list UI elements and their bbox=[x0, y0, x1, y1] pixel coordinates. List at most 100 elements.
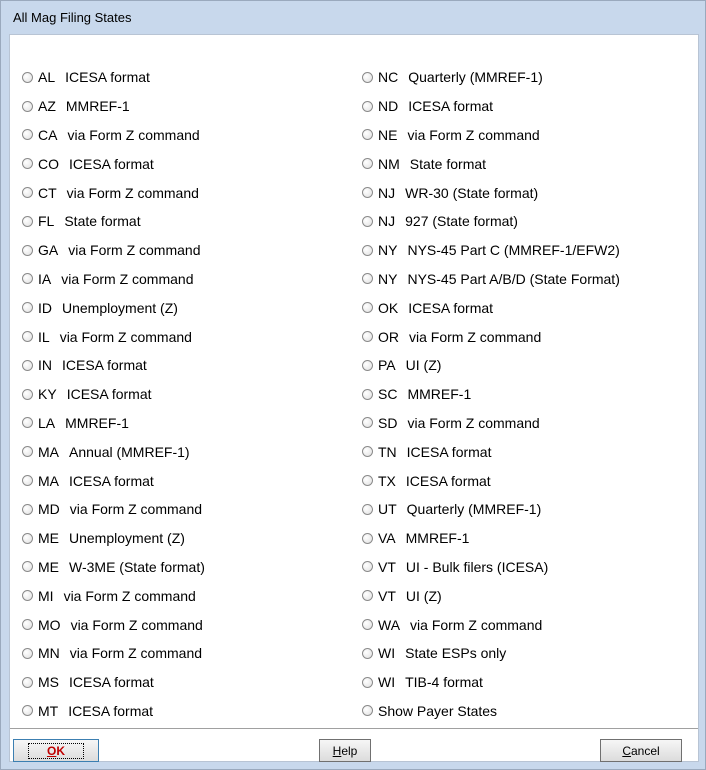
radio-button[interactable] bbox=[362, 503, 373, 515]
state-radio-option[interactable]: NY NYS-45 Part C (MMREF-1/EFW2) bbox=[362, 236, 692, 265]
radio-button[interactable] bbox=[362, 647, 373, 659]
state-radio-option[interactable]: OR via Form Z command bbox=[362, 322, 692, 351]
radio-button[interactable] bbox=[22, 215, 33, 227]
radio-button[interactable] bbox=[22, 100, 33, 112]
state-radio-option[interactable]: MT ICESA format bbox=[22, 697, 352, 726]
radio-button[interactable] bbox=[22, 388, 33, 400]
radio-button[interactable] bbox=[22, 359, 33, 371]
state-radio-option[interactable]: NJ WR-30 (State format) bbox=[362, 178, 692, 207]
radio-button[interactable] bbox=[22, 475, 33, 487]
radio-button[interactable] bbox=[22, 71, 33, 83]
state-radio-option[interactable]: UT Quarterly (MMREF-1) bbox=[362, 495, 692, 524]
state-radio-option[interactable]: IL via Form Z command bbox=[22, 322, 352, 351]
state-radio-option[interactable]: NY NYS-45 Part A/B/D (State Format) bbox=[362, 265, 692, 294]
state-radio-option[interactable]: ND ICESA format bbox=[362, 92, 692, 121]
state-radio-option[interactable]: SC MMREF-1 bbox=[362, 380, 692, 409]
radio-button[interactable] bbox=[362, 158, 373, 170]
radio-button[interactable] bbox=[22, 561, 33, 573]
state-radio-option[interactable]: IN ICESA format bbox=[22, 351, 352, 380]
radio-button[interactable] bbox=[22, 446, 33, 458]
radio-button[interactable] bbox=[22, 273, 33, 285]
state-radio-option[interactable]: WI State ESPs only bbox=[362, 639, 692, 668]
radio-button[interactable] bbox=[22, 647, 33, 659]
state-radio-option[interactable]: VT UI (Z) bbox=[362, 581, 692, 610]
radio-button[interactable] bbox=[362, 446, 373, 458]
radio-button[interactable] bbox=[362, 561, 373, 573]
radio-button[interactable] bbox=[22, 619, 33, 631]
help-button[interactable]: Help bbox=[319, 739, 371, 762]
state-radio-option[interactable]: GA via Form Z command bbox=[22, 236, 352, 265]
state-radio-option[interactable]: CO ICESA format bbox=[22, 149, 352, 178]
state-radio-option[interactable]: AL ICESA format bbox=[22, 63, 352, 92]
radio-button[interactable] bbox=[362, 676, 373, 688]
state-radio-option[interactable]: FL State format bbox=[22, 207, 352, 236]
state-radio-option[interactable]: MS ICESA format bbox=[22, 668, 352, 697]
radio-button[interactable] bbox=[362, 532, 373, 544]
radio-button[interactable] bbox=[362, 215, 373, 227]
radio-button[interactable] bbox=[362, 273, 373, 285]
state-radio-option[interactable]: AZ MMREF-1 bbox=[22, 92, 352, 121]
state-radio-option[interactable]: MD via Form Z command bbox=[22, 495, 352, 524]
state-radio-option[interactable]: VT UI - Bulk filers (ICESA) bbox=[362, 553, 692, 582]
radio-button[interactable] bbox=[362, 705, 373, 717]
state-radio-option[interactable]: WI TIB-4 format bbox=[362, 668, 692, 697]
state-radio-option[interactable]: LA MMREF-1 bbox=[22, 409, 352, 438]
state-radio-option[interactable]: PA UI (Z) bbox=[362, 351, 692, 380]
state-radio-option[interactable]: ME W-3ME (State format) bbox=[22, 553, 352, 582]
radio-button[interactable] bbox=[22, 158, 33, 170]
state-radio-option[interactable]: NJ 927 (State format) bbox=[362, 207, 692, 236]
ok-button[interactable]: OK bbox=[13, 739, 99, 762]
state-radio-option[interactable]: KY ICESA format bbox=[22, 380, 352, 409]
radio-button[interactable] bbox=[22, 187, 33, 199]
radio-button[interactable] bbox=[362, 359, 373, 371]
radio-button[interactable] bbox=[362, 475, 373, 487]
radio-button[interactable] bbox=[22, 331, 33, 343]
state-radio-option[interactable]: TN ICESA format bbox=[362, 437, 692, 466]
state-radio-option[interactable]: CA via Form Z command bbox=[22, 121, 352, 150]
radio-button[interactable] bbox=[22, 590, 33, 602]
state-radio-option[interactable]: MA ICESA format bbox=[22, 466, 352, 495]
state-radio-option[interactable]: NE via Form Z command bbox=[362, 121, 692, 150]
filing-format-label: via Form Z command bbox=[59, 328, 192, 345]
state-radio-option[interactable]: CT via Form Z command bbox=[22, 178, 352, 207]
radio-button[interactable] bbox=[362, 388, 373, 400]
filing-format-label: ICESA format bbox=[68, 702, 154, 719]
radio-button[interactable] bbox=[362, 71, 373, 83]
cancel-button[interactable]: Cancel bbox=[600, 739, 682, 762]
radio-button[interactable] bbox=[362, 129, 373, 141]
state-radio-option[interactable]: IA via Form Z command bbox=[22, 265, 352, 294]
state-radio-option[interactable]: MA Annual (MMREF-1) bbox=[22, 437, 352, 466]
radio-button[interactable] bbox=[362, 619, 373, 631]
state-radio-option[interactable]: MN via Form Z command bbox=[22, 639, 352, 668]
radio-button[interactable] bbox=[22, 129, 33, 141]
state-radio-option[interactable]: NC Quarterly (MMREF-1) bbox=[362, 63, 692, 92]
radio-button[interactable] bbox=[22, 705, 33, 717]
radio-button[interactable] bbox=[362, 417, 373, 429]
state-radio-option[interactable]: VA MMREF-1 bbox=[362, 524, 692, 553]
state-radio-option[interactable]: OK ICESA format bbox=[362, 293, 692, 322]
radio-button[interactable] bbox=[362, 331, 373, 343]
state-radio-option[interactable]: MI via Form Z command bbox=[22, 581, 352, 610]
radio-button[interactable] bbox=[22, 417, 33, 429]
radio-button[interactable] bbox=[22, 503, 33, 515]
radio-button[interactable] bbox=[22, 302, 33, 314]
radio-button[interactable] bbox=[362, 244, 373, 256]
state-radio-option[interactable]: MO via Form Z command bbox=[22, 610, 352, 639]
state-radio-option[interactable]: Show Payer States bbox=[362, 697, 692, 726]
state-radio-option[interactable]: ID Unemployment (Z) bbox=[22, 293, 352, 322]
state-radio-option[interactable]: NM State format bbox=[362, 149, 692, 178]
dialog-client-area: AL ICESA format AZ MMREF-1 CA via Form Z comm… bbox=[9, 34, 699, 762]
radio-button[interactable] bbox=[362, 590, 373, 602]
radio-button[interactable] bbox=[362, 100, 373, 112]
radio-button[interactable] bbox=[22, 244, 33, 256]
radio-button[interactable] bbox=[362, 302, 373, 314]
radio-button[interactable] bbox=[22, 532, 33, 544]
state-radio-option[interactable]: WA via Form Z command bbox=[362, 610, 692, 639]
state-radio-option[interactable]: TX ICESA format bbox=[362, 466, 692, 495]
filing-format-label: via Form Z command bbox=[67, 126, 200, 143]
radio-button[interactable] bbox=[362, 187, 373, 199]
state-radio-option[interactable]: SD via Form Z command bbox=[362, 409, 692, 438]
state-radio-option[interactable]: ME Unemployment (Z) bbox=[22, 524, 352, 553]
radio-button[interactable] bbox=[22, 676, 33, 688]
filing-format-label: via Form Z command bbox=[69, 645, 203, 662]
